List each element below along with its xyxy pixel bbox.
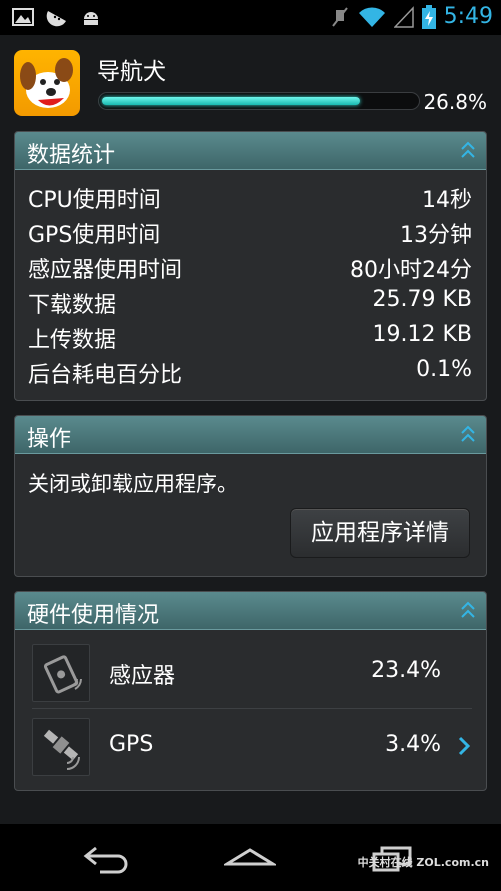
gallery-icon <box>12 8 34 26</box>
hardware-panel-header[interactable]: 硬件使用情况 <box>15 592 486 630</box>
dog-logo-icon <box>20 58 73 108</box>
signal-icon <box>393 5 414 28</box>
stat-row-background-power: 后台耗电百分比 0.1% <box>28 357 472 388</box>
stat-value: 13分钟 <box>400 223 472 248</box>
operations-panel: 操作 关闭或卸载应用程序。 应用程序详情 <box>14 415 487 577</box>
stats-panel-header[interactable]: 数据统计 <box>15 132 486 170</box>
android-icon <box>84 12 98 25</box>
clock: 5:49 <box>443 4 493 29</box>
stat-row-download: 下载数据 25.79 KB <box>28 287 473 318</box>
divider <box>32 708 472 709</box>
operations-panel-header[interactable]: 操作 <box>15 416 486 454</box>
chevron-right-icon <box>458 736 470 756</box>
satellite-icon <box>32 718 90 776</box>
battery-usage-percent: 26.8% <box>423 90 487 114</box>
operations-description: 关闭或卸载应用程序。 <box>28 472 238 496</box>
stats-panel-title: 数据统计 <box>27 143 116 168</box>
app-details-button[interactable]: 应用程序详情 <box>290 508 470 558</box>
stat-label: 下载数据 <box>28 293 117 318</box>
app-icon <box>14 50 80 116</box>
hardware-percent: 23.4% <box>371 658 441 683</box>
battery-usage-fill <box>102 97 360 105</box>
stat-value: 0.1% <box>416 357 472 382</box>
stat-label: 感应器使用时间 <box>28 258 183 283</box>
operations-panel-title: 操作 <box>27 427 72 452</box>
battery-charging-icon <box>421 4 436 29</box>
stat-label: GPS使用时间 <box>28 223 161 248</box>
stat-label: 后台耗电百分比 <box>28 363 183 388</box>
stat-value: 80小时24分 <box>350 258 472 283</box>
stat-value: 14秒 <box>422 188 472 213</box>
back-icon[interactable] <box>82 842 134 874</box>
battery-usage-bar <box>98 92 420 110</box>
collapse-icon[interactable] <box>460 423 476 445</box>
collapse-icon[interactable] <box>460 139 476 161</box>
system-icons: 5:49 <box>330 4 493 29</box>
stat-row-gps: GPS使用时间 13分钟 <box>28 217 472 248</box>
stat-label: CPU使用时间 <box>28 188 161 213</box>
stat-row-cpu: CPU使用时间 14秒 <box>28 182 472 213</box>
stat-value: 19.12 KB <box>372 322 473 347</box>
watermark: 中关村在线 ZOL.com.cn <box>357 856 489 869</box>
hardware-item-gps[interactable]: GPS 3.4% <box>15 712 486 780</box>
hardware-panel-title: 硬件使用情况 <box>27 603 160 628</box>
stat-label: 上传数据 <box>28 328 117 353</box>
stats-panel: 数据统计 CPU使用时间 14秒 GPS使用时间 13分钟 感应器使用时间 80… <box>14 131 487 401</box>
home-icon[interactable] <box>224 842 276 874</box>
stat-row-upload: 上传数据 19.12 KB <box>28 322 473 353</box>
watermelon-icon <box>46 11 66 27</box>
hardware-name: 感应器 <box>109 664 176 689</box>
hardware-item-sensor[interactable]: 感应器 23.4% <box>15 638 486 706</box>
hardware-percent: 3.4% <box>385 732 441 757</box>
wifi-icon <box>358 6 385 27</box>
mute-icon <box>331 6 348 27</box>
navigation-bar: 中关村在线 ZOL.com.cn <box>0 824 501 891</box>
notification-icons <box>12 7 102 27</box>
stat-row-sensor: 感应器使用时间 80小时24分 <box>28 252 472 283</box>
hardware-panel: 硬件使用情况 感应器 23.4% GPS 3.4% <box>14 591 487 791</box>
hardware-name: GPS <box>109 732 154 757</box>
status-bar: 5:49 <box>0 0 501 35</box>
stat-value: 25.79 KB <box>372 287 473 312</box>
app-name: 导航犬 <box>97 59 166 85</box>
sensor-icon <box>32 644 90 702</box>
collapse-icon[interactable] <box>460 599 476 621</box>
